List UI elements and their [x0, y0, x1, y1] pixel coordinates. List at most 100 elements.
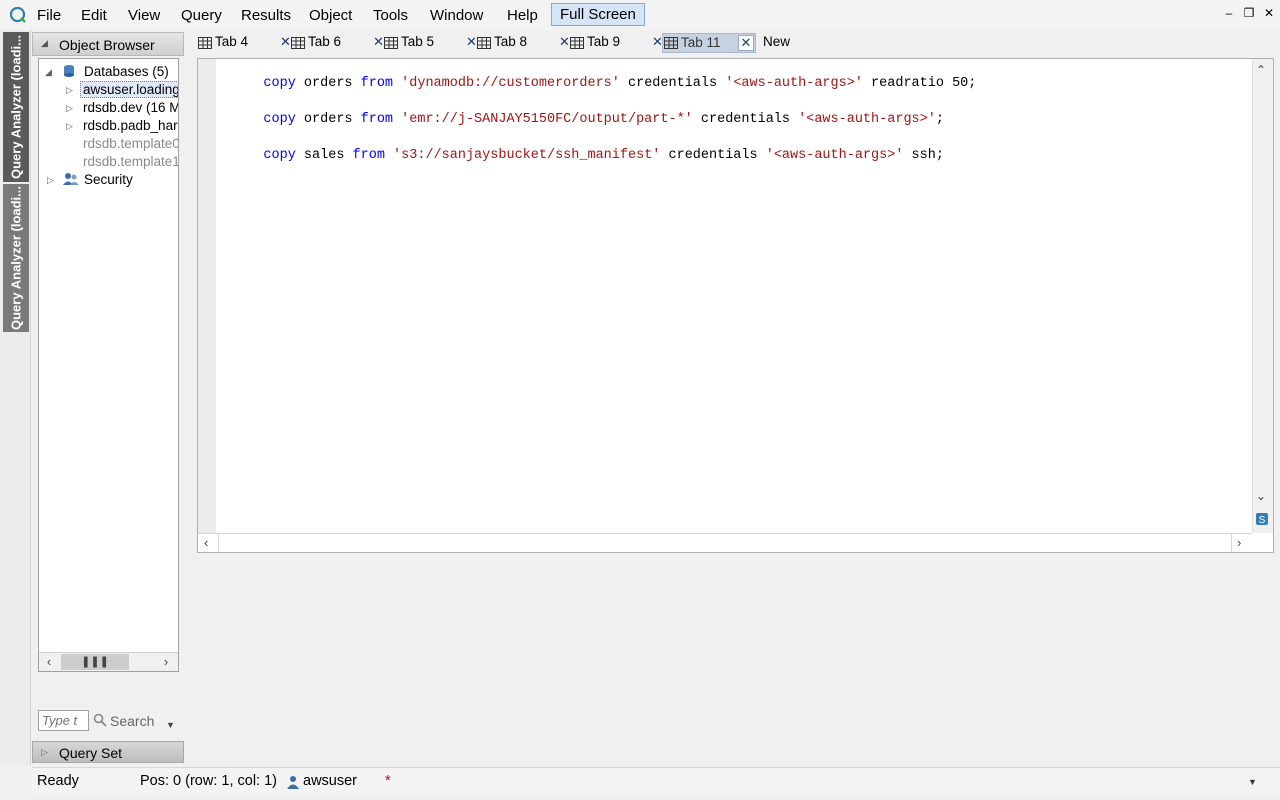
code-text: ;	[935, 112, 944, 127]
tab-9[interactable]: Tab 9 ✕	[569, 33, 663, 53]
tree-node-rdsdb-padb[interactable]: rdsdb.padb_har	[83, 117, 178, 135]
table-icon	[570, 37, 584, 49]
keyword: from	[360, 112, 394, 127]
tree-horizontal-scrollbar[interactable]: ‹ ❚❚❚ ›	[39, 652, 178, 671]
scroll-right-icon[interactable]: ›	[158, 654, 174, 669]
query-set-title: Query Set	[59, 745, 123, 761]
tab-label: Tab 8	[494, 34, 528, 49]
string-literal: '<aws-auth-args>'	[765, 148, 904, 163]
scroll-left-icon[interactable]: ‹	[41, 654, 57, 669]
code-text: sales	[295, 148, 353, 163]
app-logo-icon	[9, 6, 26, 23]
editor-gutter	[198, 59, 216, 533]
keyword: copy	[263, 148, 296, 163]
string-literal: 'dynamodb://customerorders'	[401, 76, 620, 91]
tab-4[interactable]: Tab 4 ✕	[197, 33, 291, 53]
restore-icon[interactable]: ❐	[1242, 5, 1256, 21]
menu-query[interactable]: Query	[181, 7, 222, 24]
editor-horizontal-scrollbar[interactable]: ‹ ›	[198, 533, 1252, 552]
vertical-tab-query-analyzer-2[interactable]: Query Analyzer (loadi...	[3, 184, 29, 332]
table-icon	[477, 37, 491, 49]
sql-format-icon[interactable]: S	[1252, 509, 1272, 529]
expand-arrow-icon[interactable]: ▷	[66, 81, 73, 99]
query-set-header[interactable]: ▷ Query Set	[32, 741, 184, 763]
security-users-icon	[63, 173, 79, 185]
status-bar: Ready Pos: 0 (row: 1, col: 1) awsuser * …	[32, 767, 1280, 795]
scroll-down-icon[interactable]: ⌄	[1256, 489, 1266, 503]
menu-edit[interactable]: Edit	[81, 7, 107, 24]
minimize-icon[interactable]: –	[1222, 5, 1236, 21]
chevron-down-icon[interactable]: ▼	[166, 720, 175, 730]
code-text: orders	[295, 76, 361, 91]
menu-view[interactable]: View	[128, 7, 160, 24]
status-ready: Ready	[37, 773, 79, 789]
vertical-tab-query-analyzer-1[interactable]: Query Analyzer (loadi...	[3, 32, 29, 182]
search-input[interactable]	[38, 710, 89, 731]
search-icon[interactable]	[93, 713, 107, 727]
menu-results[interactable]: Results	[241, 7, 291, 24]
tab-5[interactable]: Tab 5 ✕	[383, 33, 477, 53]
string-literal: '<aws-auth-args>'	[725, 76, 863, 91]
keyword: copy	[263, 112, 296, 127]
code-text: credentials	[692, 112, 799, 127]
tree-node-rdsdb-template1[interactable]: rdsdb.template1	[83, 153, 178, 171]
tab-6[interactable]: Tab 6 ✕	[290, 33, 384, 53]
menu-help[interactable]: Help	[507, 7, 538, 24]
collapse-arrow-icon[interactable]: ◢	[45, 63, 52, 81]
menu-tools[interactable]: Tools	[373, 7, 408, 24]
code-text: credentials	[619, 76, 726, 91]
tab-label: Tab 11	[681, 35, 721, 50]
new-tab-button[interactable]: New	[763, 33, 790, 53]
tree-node-awsuser-label: awsuser.loading	[80, 81, 178, 98]
sql-editor[interactable]: copy orders from 'dynamodb://customerord…	[197, 58, 1274, 553]
expand-arrow-icon[interactable]: ▷	[66, 99, 73, 117]
tab-label: Tab 9	[587, 34, 621, 49]
code-line-3[interactable]: copy sales from 's3://sanjaysbucket/ssh_…	[231, 133, 944, 178]
tree-node-security[interactable]: Security	[84, 171, 133, 189]
chevron-down-icon[interactable]: ▼	[1248, 777, 1257, 787]
tab-label: Tab 6	[308, 34, 342, 49]
menu-object[interactable]: Object	[309, 7, 352, 24]
expand-arrow-icon[interactable]: ▷	[47, 171, 54, 189]
search-label[interactable]: Search	[110, 713, 154, 729]
collapse-icon[interactable]: ◢	[41, 38, 48, 49]
table-icon	[198, 37, 212, 49]
code-text: ssh;	[903, 148, 944, 163]
menu-window[interactable]: Window	[430, 7, 483, 24]
editor-vertical-scrollbar[interactable]: ⌃ ⌄	[1252, 59, 1273, 533]
full-screen-button[interactable]: Full Screen	[551, 3, 645, 26]
scroll-up-icon[interactable]: ⌃	[1256, 63, 1266, 77]
tree-node-rdsdb-dev[interactable]: rdsdb.dev (16 M	[83, 99, 178, 117]
keyword: from	[352, 148, 385, 163]
svg-text:S: S	[1259, 515, 1266, 526]
scroll-left-icon[interactable]: ‹	[204, 535, 208, 550]
cursor-position: Pos: 0 (row: 1, col: 1)	[140, 773, 277, 789]
tab-11-active[interactable]: Tab 11 ✕	[662, 33, 756, 53]
menu-file[interactable]: File	[37, 7, 61, 24]
scroll-right-icon[interactable]: ›	[1237, 535, 1241, 550]
table-icon	[384, 37, 398, 49]
table-icon	[664, 37, 678, 49]
user-icon	[287, 776, 299, 789]
tab-8[interactable]: Tab 8 ✕	[476, 33, 570, 53]
close-tab-icon[interactable]: ✕	[738, 35, 754, 51]
object-browser-title: Object Browser	[59, 37, 155, 53]
scroll-thumb[interactable]: ❚❚❚	[61, 654, 129, 670]
expand-icon[interactable]: ▷	[41, 747, 48, 758]
tree-node-databases[interactable]: Databases (5)	[84, 63, 169, 81]
tree-node-rdsdb-template0[interactable]: rdsdb.template0	[83, 135, 178, 153]
database-icon	[64, 65, 74, 77]
object-browser-header[interactable]: ◢ Object Browser	[32, 32, 184, 56]
tab-label: Tab 4	[215, 34, 249, 49]
tree-node-awsuser[interactable]: awsuser.loading	[80, 81, 178, 99]
string-literal: 's3://sanjaysbucket/ssh_manifest'	[393, 148, 661, 163]
string-literal: '<aws-auth-args>'	[798, 112, 936, 127]
close-window-icon[interactable]: ✕	[1262, 5, 1276, 21]
object-tree[interactable]: ◢ Databases (5) ▷ awsuser.loading ▷ rdsd…	[38, 58, 179, 672]
scroll-track[interactable]	[218, 534, 1232, 552]
code-text: orders	[295, 112, 361, 127]
expand-arrow-icon[interactable]: ▷	[66, 117, 73, 135]
keyword: from	[360, 76, 394, 91]
